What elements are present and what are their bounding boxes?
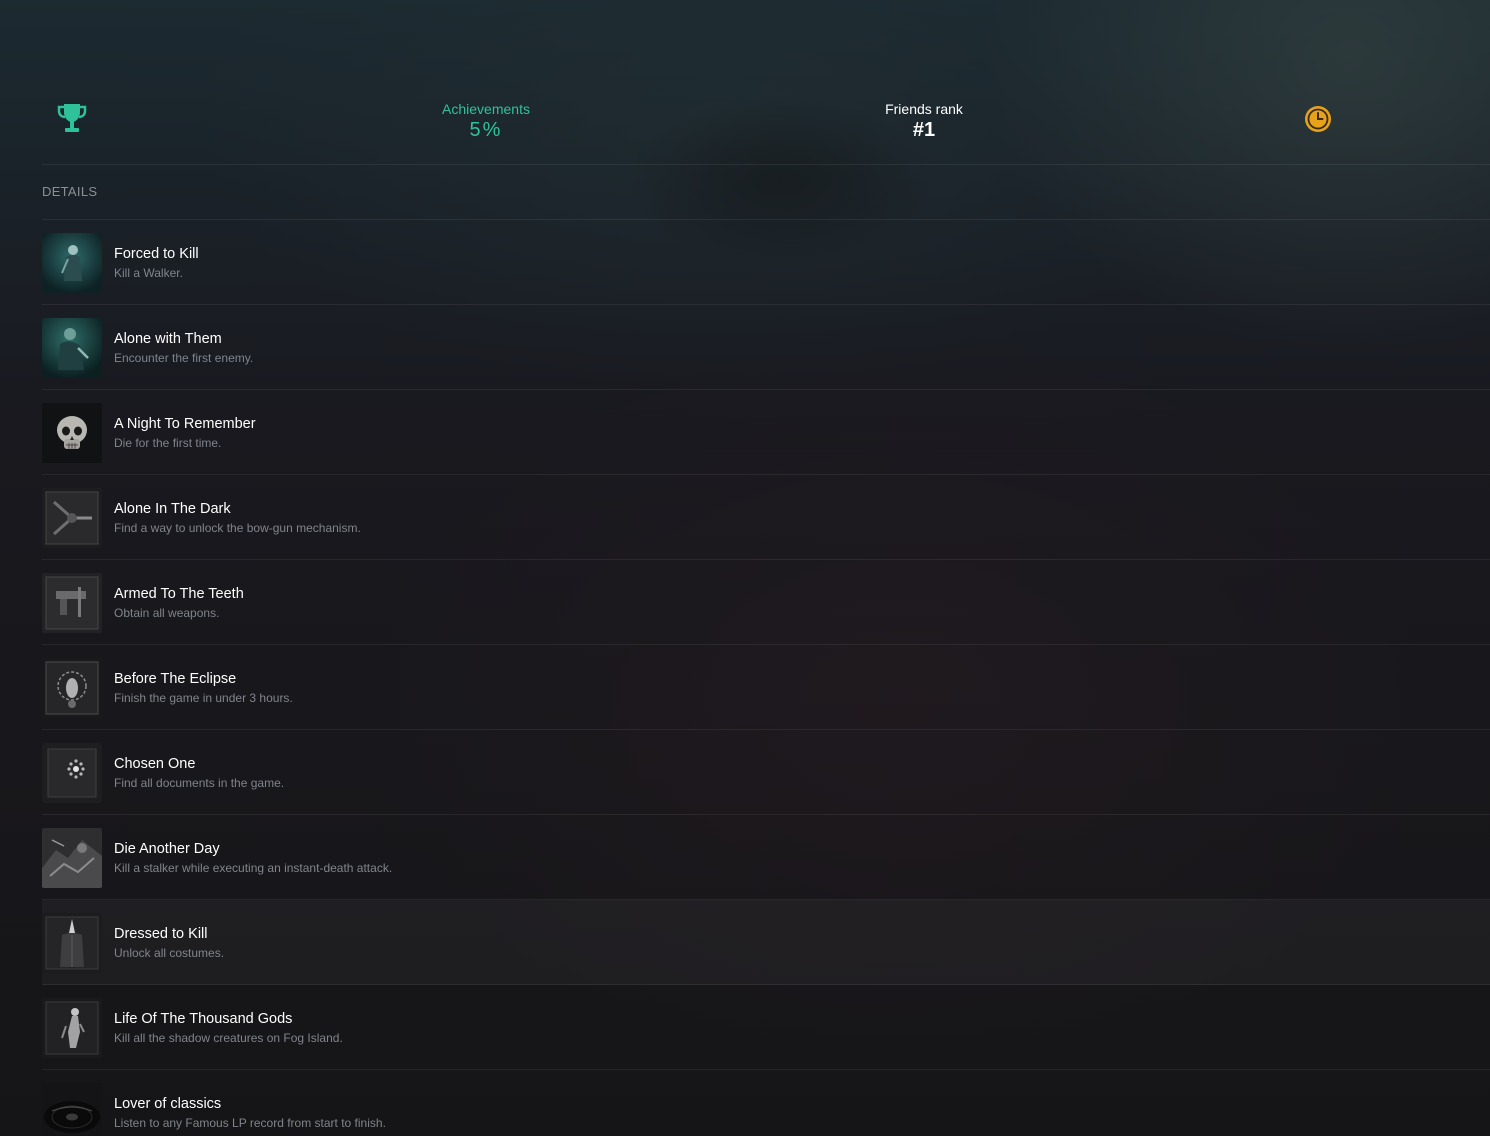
achievement-row[interactable]: Chosen One Find all documents in the gam… (42, 730, 1490, 815)
achievement-row[interactable]: Lover of classics Listen to any Famous L… (42, 1070, 1490, 1136)
trophy-icon (56, 102, 88, 136)
achievement-row[interactable]: Dressed to Kill Unlock all costumes. (42, 900, 1490, 985)
lp-record-image (42, 1083, 102, 1136)
achievement-description: Die for the first time. (114, 436, 222, 450)
weapons-image (42, 573, 102, 633)
statue-image (42, 998, 102, 1058)
achievement-title: Alone with Them (114, 331, 222, 347)
friends-rank-label: Friends rank (885, 101, 963, 117)
achievements-value: 5% (469, 119, 503, 141)
enemy-figure-image (42, 318, 102, 378)
achievement-description: Kill all the shadow creatures on Fog Isl… (114, 1031, 343, 1045)
achievement-description: Finish the game in under 3 hours. (114, 691, 293, 705)
achievement-description: Kill a stalker while executing an instan… (114, 861, 393, 875)
achievements-stat: Achievements 5% (386, 100, 586, 142)
achievement-title: Lover of classics (114, 1096, 222, 1112)
document-image (42, 743, 102, 803)
achievement-row[interactable]: Die Another Day Kill a stalker while exe… (42, 815, 1490, 900)
achievement-description: Unlock all costumes. (114, 946, 225, 960)
achievements-label: Achievements (442, 101, 530, 117)
stats-bar: Achievements 5% Friends rank #1 (42, 80, 1490, 165)
stalker-image (42, 828, 102, 888)
details-section-label: DETAILS (42, 184, 98, 199)
achievement-description: Find all documents in the game. (114, 776, 285, 790)
achievement-row[interactable]: Before The Eclipse Finish the game in un… (42, 645, 1490, 730)
walker-figure-image (42, 233, 102, 293)
achievement-description: Kill a Walker. (114, 266, 183, 280)
achievement-title: Chosen One (114, 756, 196, 772)
achievement-title: Die Another Day (114, 841, 220, 857)
achievements-page: Achievements 5% Friends rank #1 DETAILS (0, 0, 1490, 1136)
achievement-row[interactable]: Alone In The Dark Find a way to unlock t… (42, 475, 1490, 560)
achievement-row[interactable]: Forced to Kill Kill a Walker. (42, 220, 1490, 305)
bow-gun-image (42, 488, 102, 548)
achievement-row[interactable]: Armed To The Teeth Obtain all weapons. (42, 560, 1490, 645)
achievement-title: Alone In The Dark (114, 501, 231, 517)
achievement-title: Life Of The Thousand Gods (114, 1011, 293, 1027)
achievement-list: Forced to Kill Kill a Walker. Alone with… (42, 220, 1490, 1136)
achievement-description: Find a way to unlock the bow-gun mechani… (114, 521, 361, 535)
clock-icon[interactable] (1303, 104, 1333, 134)
achievement-description: Encounter the first enemy. (114, 351, 254, 365)
friends-rank-stat: Friends rank #1 (824, 100, 1024, 142)
costume-image (42, 913, 102, 973)
achievement-title: Dressed to Kill (114, 926, 208, 942)
achievement-description: Listen to any Famous LP record from star… (114, 1116, 386, 1130)
achievement-row[interactable]: Life Of The Thousand Gods Kill all the s… (42, 985, 1490, 1070)
friends-rank-value: #1 (912, 119, 936, 141)
eclipse-image (42, 658, 102, 718)
achievement-title: Before The Eclipse (114, 671, 237, 687)
achievement-title: Forced to Kill (114, 246, 199, 262)
skull-image (42, 403, 102, 463)
achievement-title: A Night To Remember (114, 416, 256, 432)
achievement-title: Armed To The Teeth (114, 586, 244, 602)
achievement-row[interactable]: Alone with Them Encounter the first enem… (42, 305, 1490, 390)
achievement-row[interactable]: A Night To Remember Die for the first ti… (42, 390, 1490, 475)
achievement-description: Obtain all weapons. (114, 606, 220, 620)
